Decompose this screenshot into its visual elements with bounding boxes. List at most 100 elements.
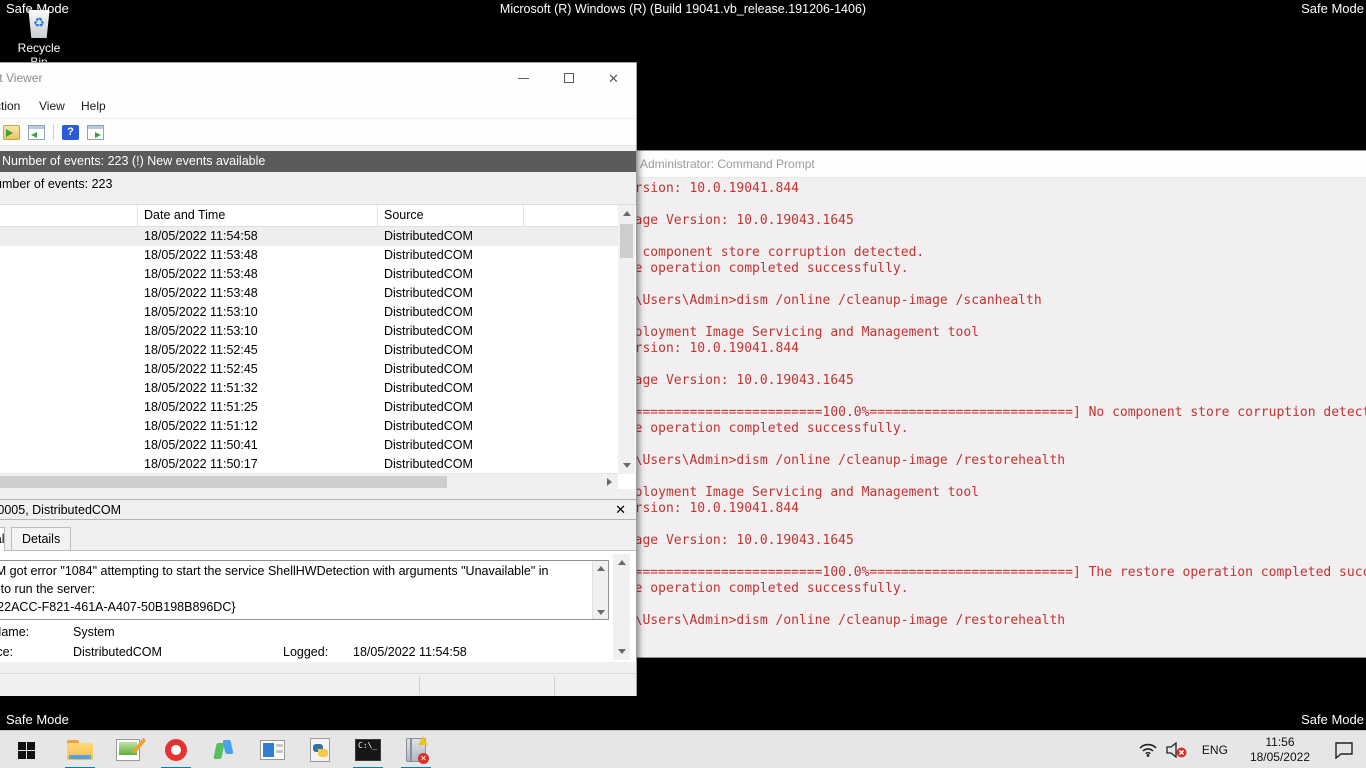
- event-date: 18/05/2022 11:50:41: [144, 438, 258, 452]
- console-line: The operation completed successfully.: [619, 581, 1366, 597]
- taskbar-python-file[interactable]: [296, 731, 344, 768]
- taskbar-app-window[interactable]: [248, 731, 296, 768]
- console-line: Image Version: 10.0.19043.1645: [619, 213, 1366, 229]
- tab-details[interactable]: Details: [11, 527, 71, 550]
- column-level[interactable]: [0, 205, 138, 227]
- close-button[interactable]: ✕: [591, 63, 636, 93]
- taskbar-opera[interactable]: [152, 731, 200, 768]
- opera-icon: [165, 739, 187, 761]
- windows-logo-icon: [18, 742, 35, 759]
- console-line: C:\Users\Admin>dism /online /cleanup-ima…: [619, 293, 1366, 309]
- console-line: Version: 10.0.19041.844: [619, 181, 1366, 197]
- message-box-scrollbar[interactable]: [592, 561, 608, 619]
- column-extra[interactable]: [524, 205, 617, 227]
- event-source: DistributedCOM: [384, 381, 473, 395]
- toolbar: ?: [0, 119, 636, 146]
- event-row[interactable]: 18/05/2022 11:53:48DistributedCOM: [0, 284, 618, 303]
- open-saved-log-icon[interactable]: [3, 125, 20, 140]
- volume-muted-icon[interactable]: [1162, 731, 1192, 768]
- console-line: Version: 10.0.19041.844: [619, 341, 1366, 357]
- logged-label: Logged:: [283, 645, 328, 659]
- desktop: Safe Mode Safe Mode Safe Mode Safe Mode …: [0, 0, 1366, 768]
- show-console-tree-icon[interactable]: [28, 125, 45, 140]
- event-row[interactable]: 18/05/2022 11:51:32DistributedCOM: [0, 379, 618, 398]
- console-line: [619, 469, 1366, 485]
- console-line: Version: 10.0.19041.844: [619, 501, 1366, 517]
- event-source: DistributedCOM: [384, 419, 473, 433]
- event-message-box[interactable]: DCOM got error "1084" attempting to star…: [0, 560, 609, 620]
- event-row[interactable]: 18/05/2022 11:52:45DistributedCOM: [0, 341, 618, 360]
- event-date: 18/05/2022 11:51:25: [144, 400, 258, 414]
- event-row[interactable]: 18/05/2022 11:53:48 DistributedCOM: [0, 265, 618, 284]
- event-fields: Log Name: System Source: DistributedCOM …: [0, 625, 636, 662]
- event-viewer-titlebar[interactable]: Event Viewer ✕: [0, 63, 636, 93]
- event-source: DistributedCOM: [384, 267, 473, 281]
- taskbar-command-prompt[interactable]: C:\_: [344, 731, 392, 768]
- event-detail-title: Event 10005, DistributedCOM: [0, 503, 121, 517]
- event-source: DistributedCOM: [384, 229, 473, 243]
- taskbar-image-editor[interactable]: [104, 731, 152, 768]
- taskbar-installer[interactable]: ✕: [392, 731, 440, 768]
- event-list-hscrollbar[interactable]: [0, 473, 618, 489]
- event-row[interactable]: 18/05/2022 11:50:41 DistributedCOM: [0, 436, 618, 455]
- event-list: Date and Time Source 18/05/2022 11:54:58…: [0, 204, 636, 489]
- log-name-value: System: [73, 625, 115, 639]
- log-name-label: Log Name:: [0, 625, 29, 639]
- menu-view[interactable]: View: [39, 99, 65, 113]
- detail-close-icon[interactable]: ✕: [615, 502, 626, 518]
- windows-build-label: Microsoft (R) Windows (R) (Build 19041.v…: [0, 2, 1366, 16]
- event-row[interactable]: 18/05/2022 11:53:10DistributedCOM: [0, 322, 618, 341]
- tab-general[interactable]: General: [0, 527, 5, 551]
- event-date: 18/05/2022 11:54:58: [144, 229, 258, 243]
- show-action-pane-icon[interactable]: [87, 125, 104, 140]
- menu-help[interactable]: Help: [81, 99, 106, 113]
- console-line: C:\Users\Admin>dism /online /cleanup-ima…: [619, 613, 1366, 629]
- event-row[interactable]: 18/05/2022 11:53:48DistributedCOM: [0, 246, 618, 265]
- event-row[interactable]: 18/05/2022 11:53:10DistributedCOM: [0, 303, 618, 322]
- maximize-button[interactable]: [546, 63, 591, 93]
- safe-mode-label-top-left: Safe Mode: [6, 1, 69, 16]
- event-detail-header: Event 10005, DistributedCOM ✕: [0, 499, 636, 520]
- new-events-banner[interactable]: Number of events: 223 (!) New events ava…: [0, 151, 636, 172]
- taskbar-app-green-blue[interactable]: [200, 731, 248, 768]
- taskbar-file-explorer[interactable]: [56, 731, 104, 768]
- console-line: Image Version: 10.0.19043.1645: [619, 373, 1366, 389]
- source-value: DistributedCOM: [73, 645, 162, 659]
- help-icon[interactable]: ?: [62, 125, 79, 140]
- safe-mode-label-bottom-right: Safe Mode: [1301, 712, 1364, 727]
- event-message-line1: DCOM got error "1084" attempting to star…: [0, 562, 590, 580]
- column-source[interactable]: Source: [378, 205, 524, 227]
- detail-pane-scrollbar[interactable]: [613, 554, 630, 660]
- clock[interactable]: 11:56 18/05/2022: [1238, 731, 1322, 768]
- console-line: [619, 549, 1366, 565]
- event-list-vscrollbar[interactable]: [618, 205, 635, 474]
- event-row[interactable]: 18/05/2022 11:51:25 DistributedCOM: [0, 398, 618, 417]
- event-row[interactable]: 18/05/2022 11:54:58 DistributedCOM: [0, 227, 618, 246]
- menu-action[interactable]: Action: [0, 99, 20, 113]
- action-center-icon[interactable]: [1322, 731, 1366, 768]
- event-date: 18/05/2022 11:52:45: [144, 362, 258, 376]
- event-source: DistributedCOM: [384, 286, 473, 300]
- console-line: The operation completed successfully.: [619, 261, 1366, 277]
- start-button[interactable]: [2, 731, 50, 768]
- console-line: Image Version: 10.0.19043.1645: [619, 533, 1366, 549]
- event-list-rows: 18/05/2022 11:54:58DistributedCOM18/05/2…: [0, 227, 618, 474]
- event-source: DistributedCOM: [384, 248, 473, 262]
- safe-mode-label-bottom-left: Safe Mode: [6, 712, 69, 727]
- console-line: [619, 309, 1366, 325]
- source-label: Source:: [0, 645, 13, 659]
- language-indicator[interactable]: ENG: [1192, 731, 1238, 768]
- event-source: DistributedCOM: [384, 343, 473, 357]
- event-message-line3: {DD522ACC-F821-461A-A407-50B198B896DC}: [0, 598, 590, 616]
- event-source: DistributedCOM: [384, 438, 473, 452]
- event-row[interactable]: 18/05/2022 11:50:17DistributedCOM: [0, 455, 618, 474]
- minimize-button[interactable]: [501, 63, 546, 93]
- column-date-time[interactable]: Date and Time: [138, 205, 378, 227]
- event-row[interactable]: 18/05/2022 11:52:45DistributedCOM: [0, 360, 618, 379]
- event-source: DistributedCOM: [384, 400, 473, 414]
- event-row[interactable]: 18/05/2022 11:51:12DistributedCOM: [0, 417, 618, 436]
- command-prompt-titlebar[interactable]: Administrator: Command Prompt: [616, 151, 1366, 178]
- event-date: 18/05/2022 11:53:48: [144, 267, 258, 281]
- network-icon[interactable]: [1134, 731, 1162, 768]
- recycle-bin-shortcut[interactable]: ♻ Recycle Bin: [8, 10, 70, 69]
